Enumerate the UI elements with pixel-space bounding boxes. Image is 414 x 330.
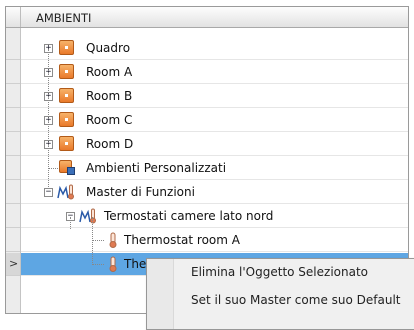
room-icon — [59, 136, 74, 151]
context-menu-icon-gutter — [147, 259, 174, 329]
column-header-title: AMBIENTI — [36, 11, 92, 25]
master-thermometers-icon — [57, 184, 75, 200]
tree-connector — [48, 49, 49, 187]
tree-connector — [92, 217, 93, 265]
tree-item-label: Termostati camere lato nord — [104, 209, 274, 223]
column-header[interactable]: AMBIENTI — [6, 7, 408, 28]
room-icon — [59, 112, 74, 127]
thermometer-icon — [108, 256, 118, 272]
collapse-icon[interactable]: − — [44, 188, 53, 197]
tree-item-label: Room A — [86, 65, 133, 79]
room-icon — [59, 88, 74, 103]
menu-item-set-master-default[interactable]: Set il suo Master come suo Default — [191, 293, 401, 307]
context-menu: Elimina l'Oggetto Selezionato Set il suo… — [146, 258, 414, 330]
tree-row-thermostat-room-a[interactable]: Thermostat room A — [6, 229, 408, 252]
header-separator — [20, 7, 21, 27]
tree-connector — [70, 217, 71, 229]
menu-item-delete-selected[interactable]: Elimina l'Oggetto Selezionato — [191, 265, 368, 279]
tree-item-label: Room D — [86, 137, 134, 151]
tree-item-label: Master di Funzioni — [86, 185, 195, 199]
current-row-indicator: > — [9, 257, 19, 270]
tree-item-label: The — [124, 257, 147, 271]
tree-item-label: Room B — [86, 89, 133, 103]
master-thermometers-icon — [79, 208, 97, 224]
tree-row-master-di-funzioni[interactable]: − Master di Funzioni — [6, 181, 408, 204]
tree-item-label: Ambienti Personalizzati — [86, 161, 227, 175]
tree-row-quadro[interactable]: + Quadro — [6, 37, 408, 60]
tree-row-room-a[interactable]: + Room A — [6, 61, 408, 84]
tree-row-termostati[interactable]: − Termostati camere lato nord — [6, 205, 408, 228]
custom-environment-icon — [59, 160, 75, 175]
tree-row-room-c[interactable]: + Room C — [6, 109, 408, 132]
room-icon — [59, 64, 74, 79]
tree-row-room-d[interactable]: + Room D — [6, 133, 408, 156]
tree-item-label: Quadro — [86, 41, 131, 55]
room-icon — [59, 40, 74, 55]
tree-row-room-b[interactable]: + Room B — [6, 85, 408, 108]
tree-item-label: Room C — [86, 113, 133, 127]
tree-item-label: Thermostat room A — [124, 233, 240, 247]
tree-row-ambienti-personalizzati[interactable]: Ambienti Personalizzati — [6, 157, 408, 180]
thermometer-icon — [108, 232, 118, 248]
